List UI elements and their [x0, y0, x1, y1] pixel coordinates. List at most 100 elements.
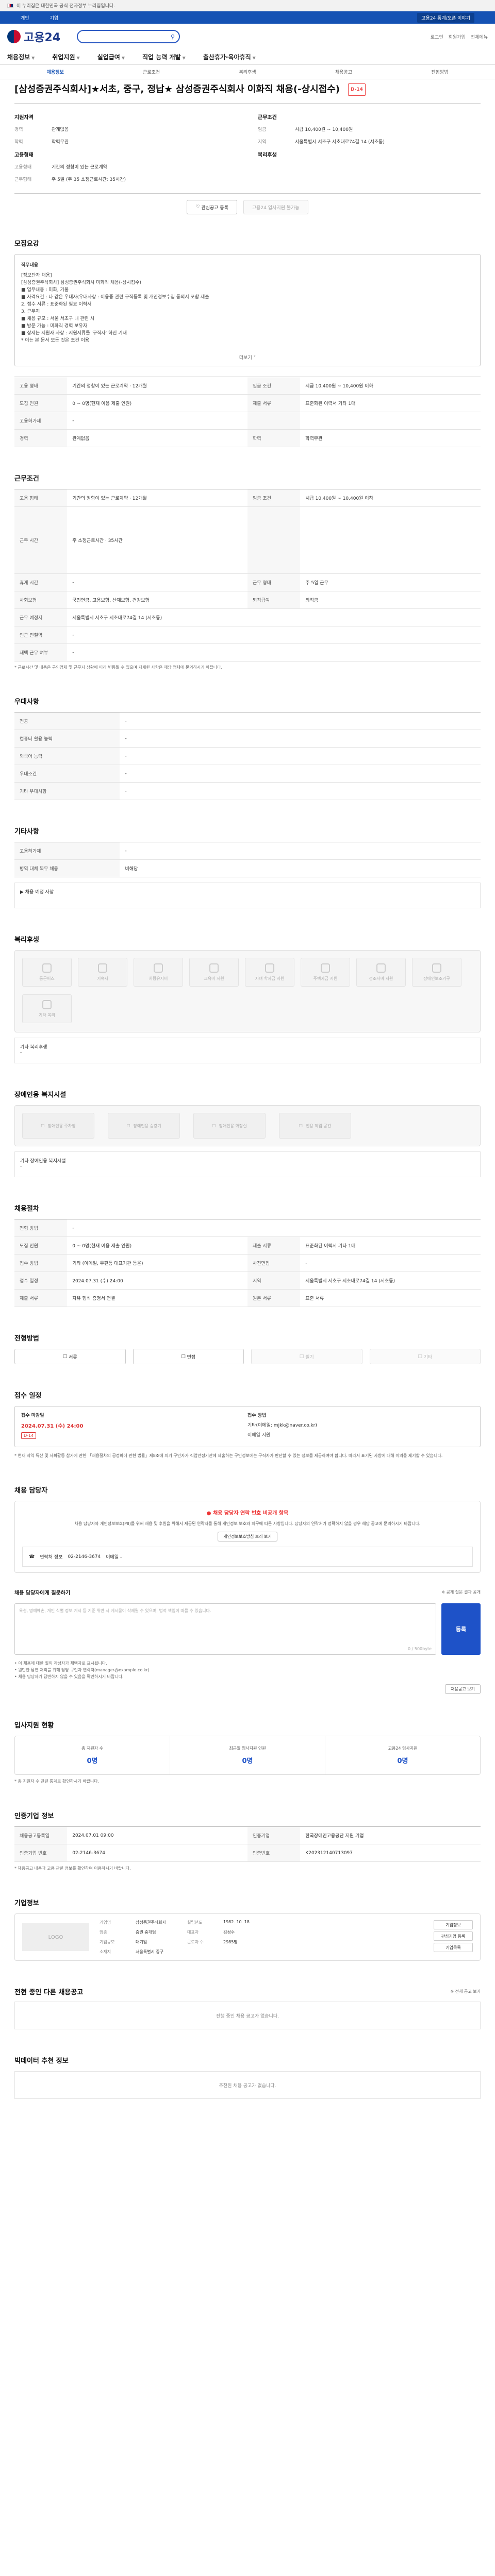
welfare-other-label: 기타 복리후생 [20, 1045, 47, 1050]
corp-value: 대기업 [136, 1940, 147, 1944]
apply-date: 2024.07.31 (수) 24:00 [21, 1423, 84, 1429]
nav-item-unemployment[interactable]: 실업급여 ▼ [97, 53, 125, 61]
interest-button[interactable]: ♡ 관심공고 등록 [187, 200, 237, 214]
nav-item-training[interactable]: 직업 능력 개발 ▼ [142, 53, 186, 61]
qna-notes: • 이 채용에 대한 질의 작성자가 채택자로 표시됩니다. • 원만한 답변 … [14, 1660, 481, 1680]
welfare-item: 통근버스 [22, 958, 72, 987]
view-notice-button[interactable]: 채용공고 보기 [445, 1684, 481, 1694]
etc-title: 기타사항 [14, 828, 39, 836]
apply-period: 접수 마감일 2024.07.31 (수) 24:00 D-14 [21, 1412, 248, 1442]
corp-grid: 기업명 삼성증권주식회사 설립년도 1982. 10. 18 업종 증권 중개업 대표자 김… [100, 1920, 423, 1955]
question-textarea[interactable]: 욕설, 명예훼손, 개인 식별 정보 게시 등 기준 위반 시 게시물이 삭제될… [14, 1603, 436, 1655]
table-row: 인증기업 번호 02-2146-3674 인증번호 K202312140713097 [14, 1844, 481, 1862]
tab-welfare[interactable]: 복리후생 [200, 69, 295, 75]
contact-tel: 02-2146-3674 [68, 1554, 101, 1560]
row-key: 퇴직급여 [247, 591, 301, 609]
same-all-link[interactable]: ※ 전체 공고 보기 [451, 1989, 481, 1994]
row-key: 외국어 능력 [14, 747, 120, 765]
row-value: - [120, 782, 481, 800]
tab-notice[interactable]: 채용공고 [295, 69, 391, 75]
submit-question-button[interactable]: 등록 [441, 1603, 481, 1655]
desc-title: 모집요강 [14, 240, 39, 248]
tab-job-info[interactable]: 채용정보 [7, 69, 103, 75]
summary-key: 고용형태 [14, 165, 32, 170]
apply-button[interactable]: 고용24 입사지원 불가능 [243, 200, 308, 214]
tab-personal[interactable]: 개인 [21, 14, 29, 21]
desc-box: 직무내용 [정보단자 채용] [삼성증권주식회사] 삼성증권주식회사 미화직 채… [14, 254, 481, 366]
login-link[interactable]: 로그인 [431, 33, 443, 40]
nav-item-leave[interactable]: 출산휴가·육아휴직 ▼ [203, 53, 256, 61]
site-logo[interactable]: 고용24 [7, 28, 60, 45]
qual-title: 우대사항 [14, 698, 39, 706]
row-key: 고용 형태 [14, 489, 68, 507]
stats-note: * 총 지원자 수 관련 통계로 확인하시기 바랍니다. [14, 1779, 100, 1784]
tab-conditions[interactable]: 근로조건 [103, 69, 199, 75]
corp-key: 기업규모 [100, 1940, 115, 1944]
row-key: 우대조건 [14, 765, 120, 783]
row-key: 학력 [247, 429, 301, 447]
signup-link[interactable]: 회원가입 [449, 33, 466, 40]
desc-line: ■ 상세는 지원자 사항 : 지원서류를 '구직자' 하신 기재 [21, 331, 127, 336]
more-button[interactable]: 더보기 ˅ [15, 354, 480, 362]
row-key: 경력 [14, 429, 68, 447]
flag-icon [7, 3, 13, 8]
pencil-icon: □ [299, 1354, 306, 1359]
row-value: 기타 (이메일, 우편등 대표기관 등을) [67, 1254, 248, 1272]
facility-label: 장애인용 주차장 [47, 1123, 76, 1128]
welfare-item: 경조사비 지원 [356, 958, 406, 987]
corp-list-button[interactable]: 기업목록 [434, 1943, 473, 1952]
apply-method: 접수 방법 기타(이메일: mjkk@naver.co.kr) 이메일 지원 [248, 1412, 474, 1442]
nav-item-jobs[interactable]: 채용정보 ▼ [7, 53, 35, 61]
table-row: 외국어 능력 - [14, 747, 481, 765]
qna-title: 채용 담당자에게 질문하기 [14, 1590, 71, 1596]
row-key: 모집 인원 [14, 1236, 68, 1255]
summary-value: 서울특별시 서초구 서초대로74길 14 (서초동) [295, 140, 385, 145]
qna-note-line: • 이 채용에 대한 질의 작성자가 채택자로 표시됩니다. [14, 1661, 107, 1666]
tab-selection[interactable]: 전형방법 [392, 69, 488, 75]
summary-key: 지역 [258, 140, 267, 145]
search-input[interactable]: ⚲ [77, 30, 180, 43]
apply-period-heading: 접수 마감일 [21, 1413, 44, 1418]
stage-interview: □ 면접 [133, 1349, 244, 1364]
row-key: 사전면접 [247, 1254, 301, 1272]
chevron-down-icon: ▼ [182, 56, 186, 60]
stats-link[interactable]: 고용24 통계/오픈 이야기 [417, 12, 474, 23]
search-icon[interactable]: ⚲ [171, 33, 175, 40]
row-key [247, 412, 301, 430]
apply-hint: * 현재 지역 특산 및 사회활동 참가에 관한 「채용절차의 공정화에 관한 … [14, 1453, 443, 1458]
tab-company[interactable]: 기업 [50, 14, 59, 21]
table-row: 근무 예정지 서울특별시 서초구 서초대로74길 14 (서초동) [14, 608, 481, 626]
corp-key: 기업명 [100, 1920, 111, 1925]
chevron-down-icon: ▼ [76, 56, 80, 60]
apply-method-value: 기타(이메일: mjkk@naver.co.kr) [248, 1423, 317, 1428]
stat-label: 총 지원자 수 [81, 1746, 103, 1751]
etc-icon: □ [418, 1354, 424, 1359]
row-value: - [67, 643, 481, 662]
summary-row: 고용형태 기간의 정함이 있는 근로계약 [14, 163, 237, 170]
parking-icon: ☐ [41, 1123, 45, 1128]
disabled-other-value: - [20, 1164, 22, 1169]
row-value: - [120, 747, 481, 765]
stat-item: 총 지원자 수 0명 [15, 1736, 170, 1774]
row-key: 제출 서류 [14, 1289, 68, 1307]
summary-table: 고용 형태 기간의 정함이 있는 근로계약 · 12개월 임금 조건 시급 10,40… [14, 377, 481, 447]
phone-icon: ☎ [29, 1554, 35, 1560]
row-value: 주 5일 근무 [300, 573, 481, 591]
apply-title: 접수 일정 [14, 1392, 42, 1400]
row-value: - [120, 765, 481, 783]
stat-value: 0명 [397, 1757, 408, 1765]
rec-title: 빅데이터 추천 정보 [14, 2057, 69, 2065]
nav-item-support[interactable]: 취업지원 ▼ [52, 53, 79, 61]
all-menu-link[interactable]: 전체메뉴 [471, 33, 488, 40]
same-empty: 진행 중인 채용 공고가 없습니다. [14, 2002, 481, 2029]
row-key: 고용 형태 [14, 377, 68, 395]
corp-info-button[interactable]: 기업정보 [434, 1920, 473, 1929]
corp-follow-button[interactable]: 관심기업 등록 [434, 1931, 473, 1941]
row-key: 인증번호 [247, 1844, 301, 1862]
row-value: - [120, 842, 481, 860]
corp-box: LOGO 기업명 삼성증권주식회사 설립년도 1982. 10. 18 업종 증권 중개… [14, 1913, 481, 1961]
row-value: - [300, 1254, 481, 1272]
privacy-policy-button[interactable]: 개인정보보호방침 보러 보기 [218, 1532, 277, 1541]
table-row: 고용허가제 - [14, 842, 481, 860]
contact-box: ● 채용 담당자 연락 번호 비공개 항목 채용 담당자와 개인정보보호(PII… [14, 1501, 481, 1573]
